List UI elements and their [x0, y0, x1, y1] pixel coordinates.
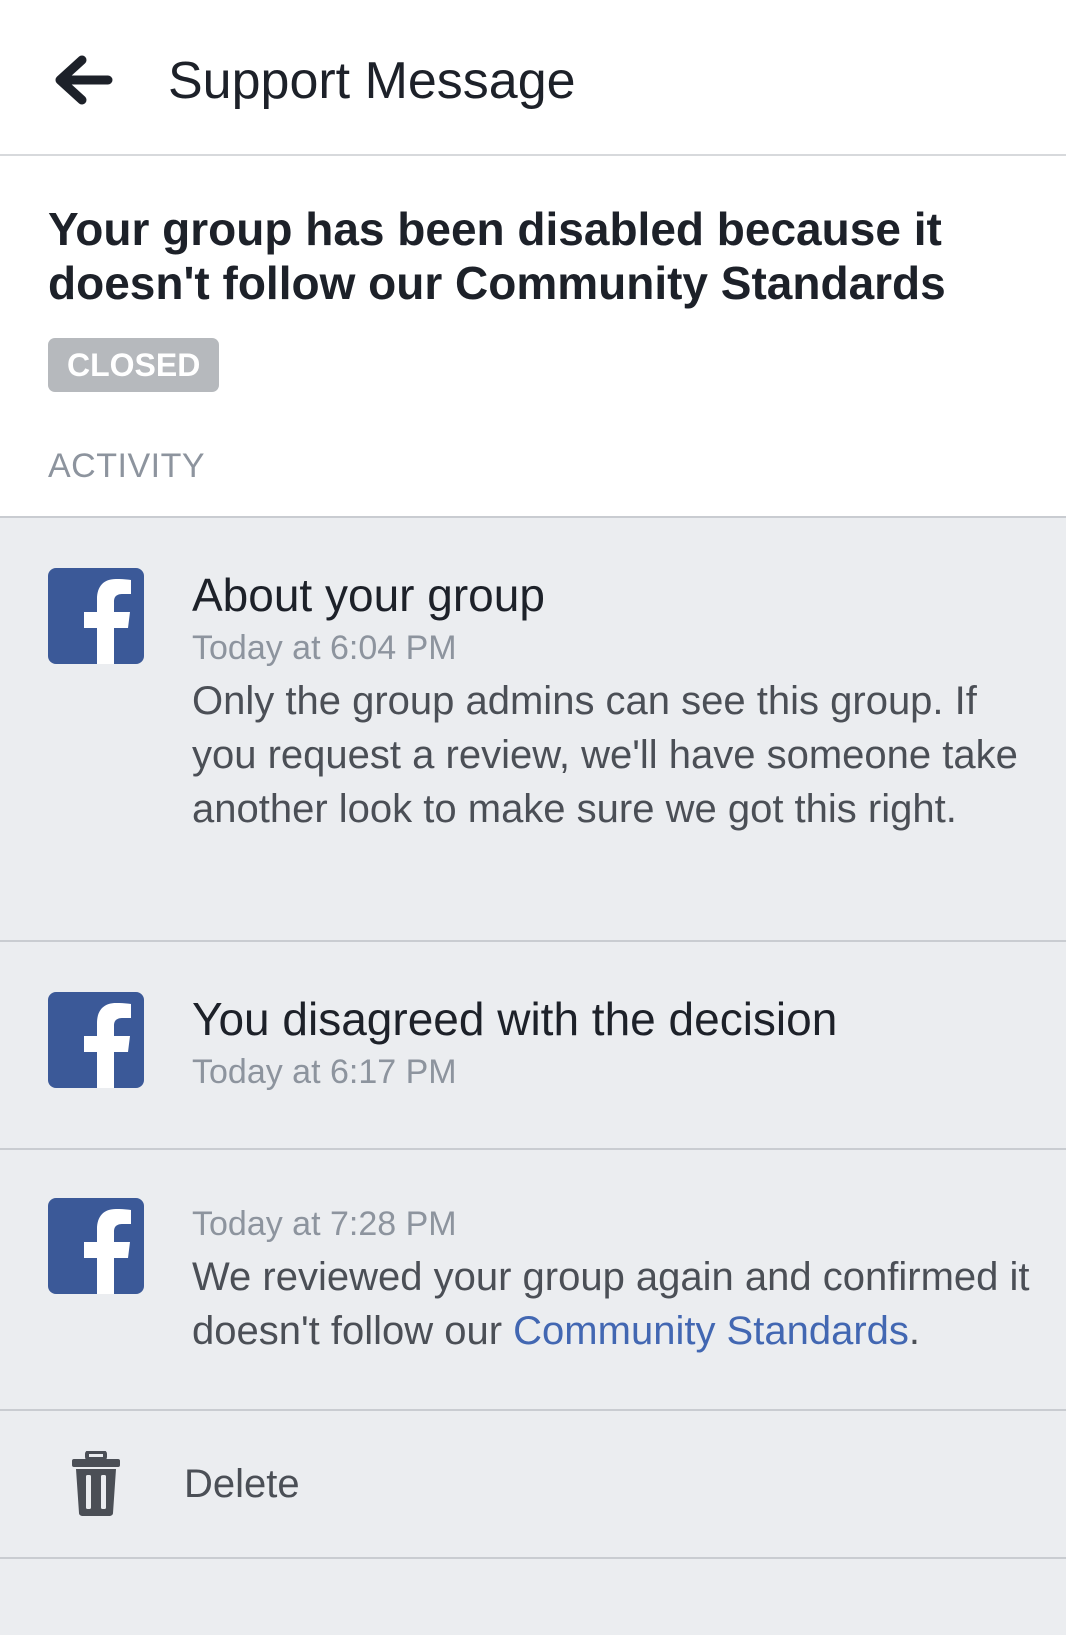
activity-title: About your group: [192, 569, 545, 621]
case-title: Your group has been disabled because it …: [48, 203, 946, 309]
activity-item: You disagreed with the decision Today at…: [0, 942, 1066, 1150]
activity-timestamp: Today at 6:17 PM: [192, 1053, 457, 1091]
back-arrow-icon: [52, 48, 116, 112]
activity-content: About your group Today at 6:04 PM Only t…: [192, 568, 1032, 836]
page-title: Support Message: [168, 52, 576, 110]
activity-body: We reviewed your group again and confirm…: [192, 1250, 1032, 1358]
activity-title: You disagreed with the decision: [192, 993, 838, 1045]
app-header: Support Message: [0, 0, 1066, 156]
activity-content: You disagreed with the decision Today at…: [192, 992, 1032, 1098]
delete-label: Delete: [184, 1462, 300, 1506]
activity-item: Today at 7:28 PM We reviewed your group …: [0, 1150, 1066, 1411]
delete-button[interactable]: Delete: [0, 1411, 1066, 1559]
activity-body: Only the group admins can see this group…: [192, 679, 1018, 831]
activity-timestamp: Today at 7:28 PM: [192, 1205, 457, 1243]
facebook-logo-icon: [48, 568, 144, 664]
facebook-logo-icon: [48, 1198, 144, 1294]
trash-icon: [70, 1451, 122, 1517]
activity-content: Today at 7:28 PM We reviewed your group …: [192, 1198, 1032, 1358]
back-button[interactable]: [52, 48, 116, 112]
activity-timestamp: Today at 6:04 PM: [192, 629, 457, 667]
case-summary: Your group has been disabled because it …: [0, 156, 1066, 518]
facebook-logo-icon: [48, 992, 144, 1088]
status-badge: CLOSED: [48, 338, 220, 392]
community-standards-link[interactable]: Community Standards: [513, 1309, 909, 1353]
activity-section-label: ACTIVITY: [48, 447, 206, 485]
activity-item: About your group Today at 6:04 PM Only t…: [0, 518, 1066, 942]
activity-body-end: .: [908, 1309, 921, 1353]
